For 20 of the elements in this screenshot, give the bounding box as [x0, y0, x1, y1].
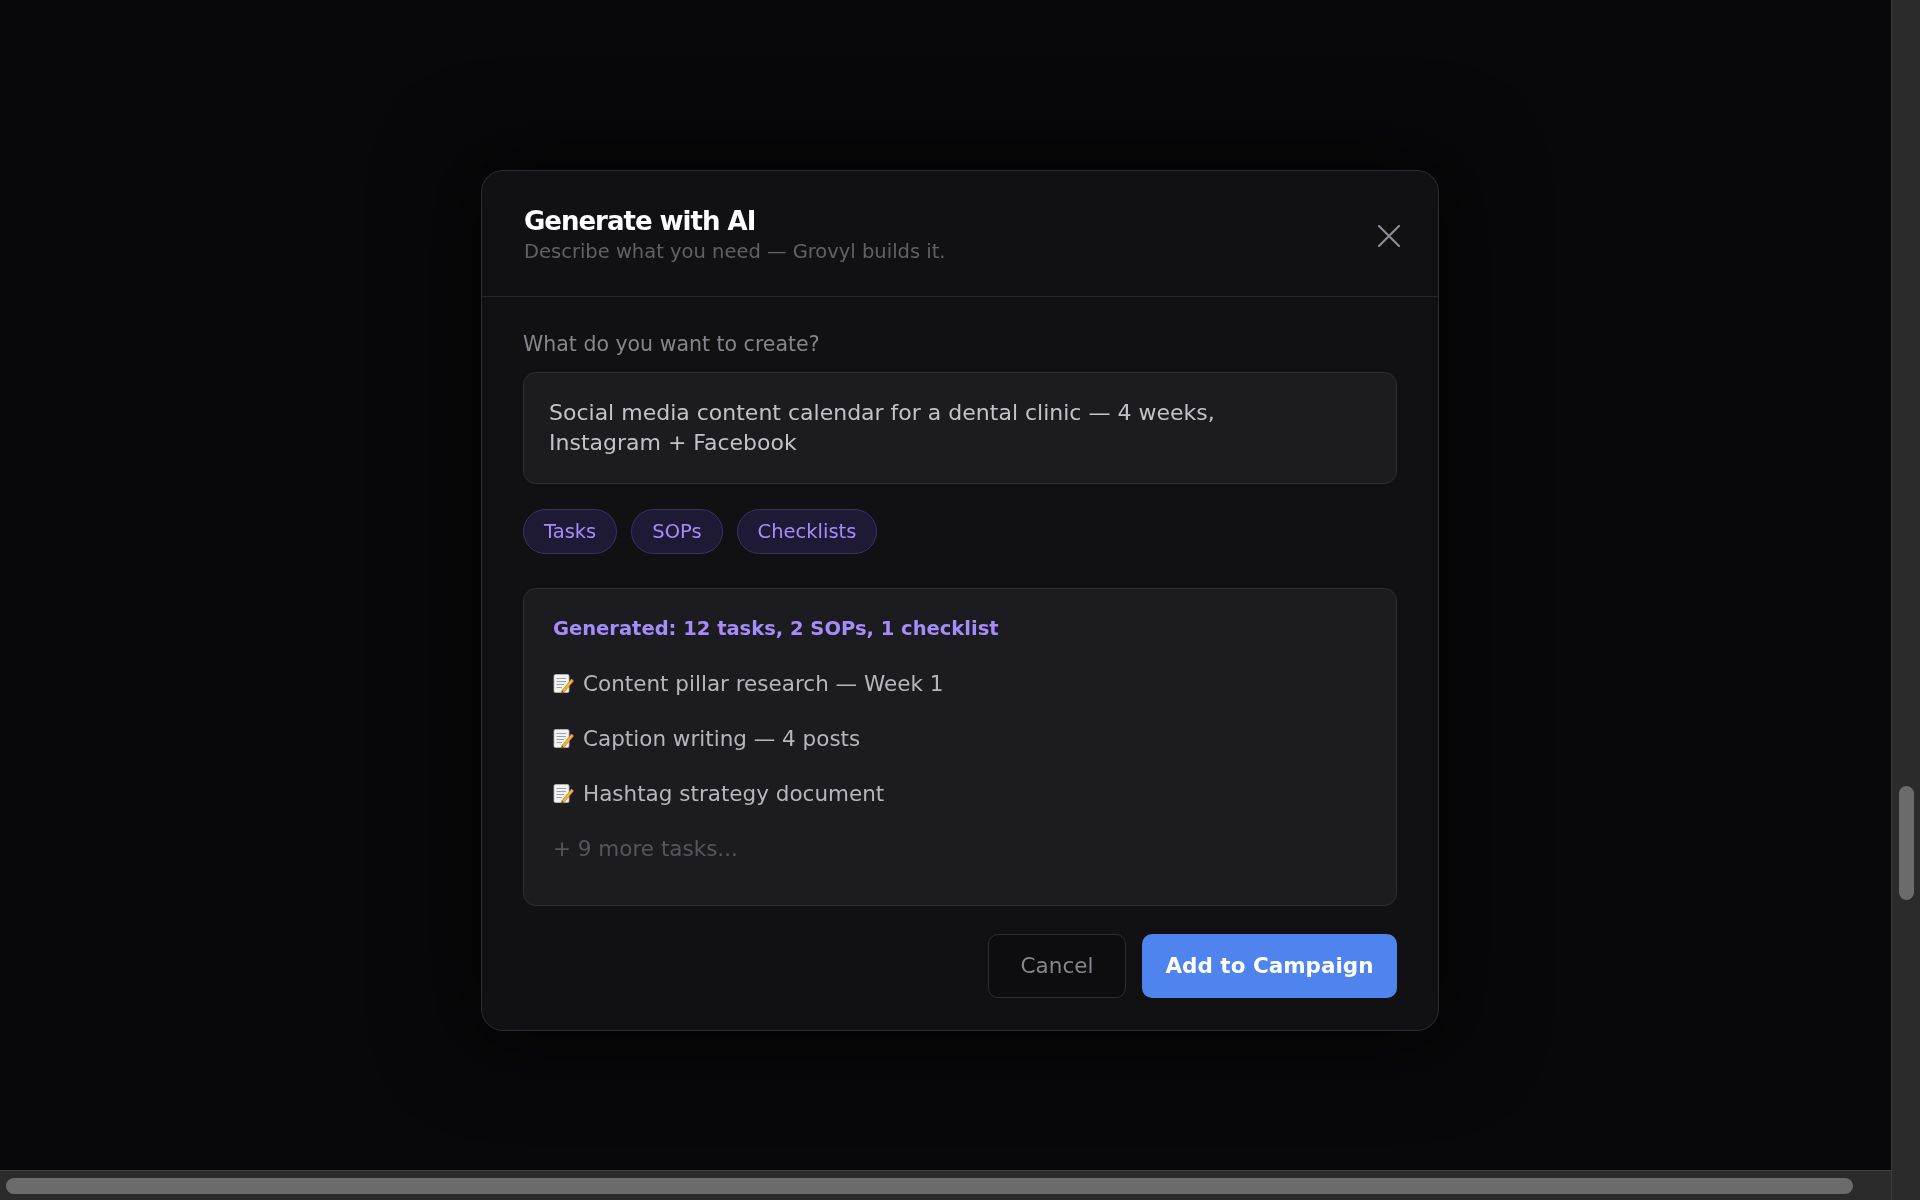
memo-pencil-icon	[553, 673, 574, 694]
task-item: Caption writing — 4 posts	[583, 725, 861, 752]
field-label: What do you want to create?	[523, 330, 821, 357]
task-item: Hashtag strategy document	[583, 780, 885, 807]
result-summary: Generated: 12 tasks, 2 SOPs, 1 checklist	[553, 615, 1000, 642]
type-chip[interactable]: Checklists	[736, 508, 878, 554]
dialog-title: Generate with AI	[524, 204, 757, 237]
scrollbar-thumb[interactable]	[1899, 786, 1914, 900]
add-to-campaign-button[interactable]: Add to Campaign	[1142, 933, 1397, 998]
memo-pencil-icon	[553, 783, 574, 804]
memo-pencil-icon	[553, 728, 574, 749]
type-chip[interactable]: Tasks	[523, 508, 618, 554]
task-item: Content pillar research — Week 1	[583, 670, 944, 697]
more-tasks-text: + 9 more tasks...	[553, 835, 739, 862]
prompt-field[interactable]: Social media content calendar for a dental clinic — 4 weeks, Instagram + Facebook	[523, 371, 1397, 484]
cancel-button[interactable]: Cancel	[988, 933, 1126, 998]
close-icon	[1378, 225, 1400, 247]
type-chip[interactable]: SOPs	[631, 508, 723, 554]
dialog-subtitle: Describe what you need — Grovyl builds it.	[524, 239, 946, 264]
scrollbar-thumb[interactable]	[6, 1178, 1853, 1194]
